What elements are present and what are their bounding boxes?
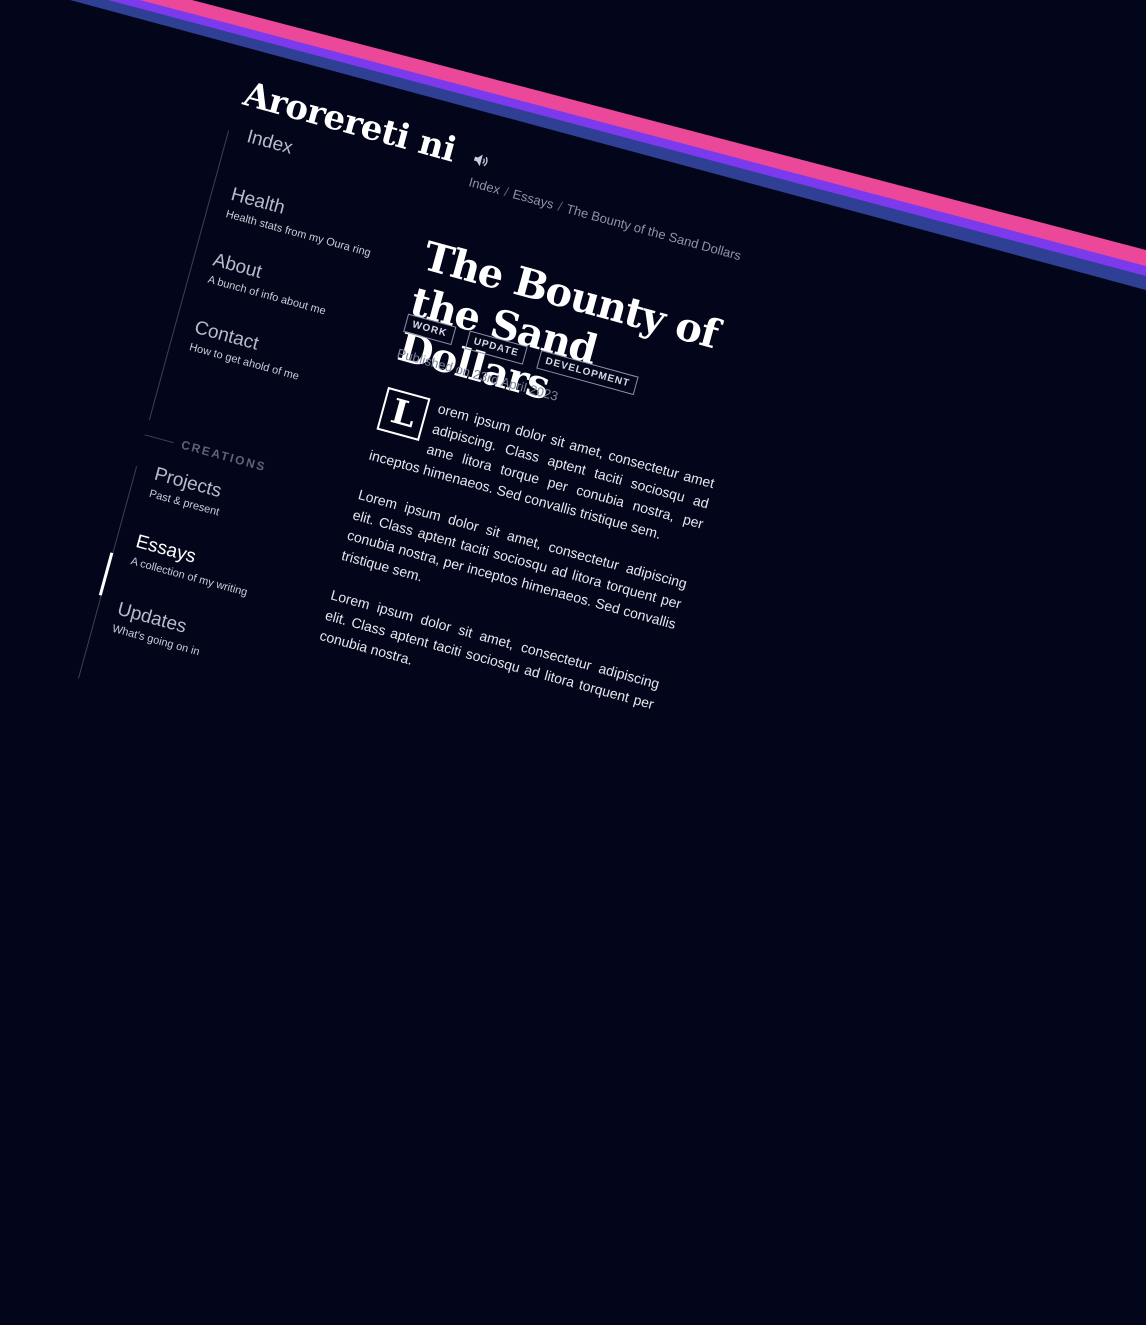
section-dash — [144, 434, 174, 444]
logo-text: Arorereti ni — [239, 74, 461, 171]
sidebar-item-about[interactable]: About A bunch of info about me — [206, 250, 333, 318]
breadcrumb-current: The Bounty of the Sand Dollars — [564, 200, 743, 264]
site-logo[interactable]: Arorereti ni — [239, 74, 494, 180]
sidebar-item-updates[interactable]: Updates What's going on in — [111, 599, 208, 659]
drop-cap: L — [376, 386, 431, 441]
breadcrumb-essays[interactable]: Essays — [511, 186, 555, 212]
sidebar-item-essays[interactable]: Essays A collection of my writing — [129, 531, 255, 599]
breadcrumb-separator: / — [502, 184, 511, 200]
sidebar-item-title: Index — [244, 126, 295, 159]
breadcrumb: Index/Essays/The Bounty of the Sand Doll… — [467, 174, 743, 263]
sidebar-item-health[interactable]: Health Health stats from my Oura ring — [224, 184, 378, 259]
breadcrumb-separator: / — [556, 198, 564, 215]
speaker-icon[interactable] — [471, 151, 490, 169]
section-label-text: CREATIONS — [179, 437, 269, 475]
sidebar-item-index[interactable]: Index — [244, 126, 295, 160]
sidebar-item-projects[interactable]: Projects Past & present — [148, 464, 227, 519]
breadcrumb-index[interactable]: Index — [467, 174, 502, 197]
sidebar-item-contact[interactable]: Contact How to get ahold of me — [188, 317, 307, 383]
